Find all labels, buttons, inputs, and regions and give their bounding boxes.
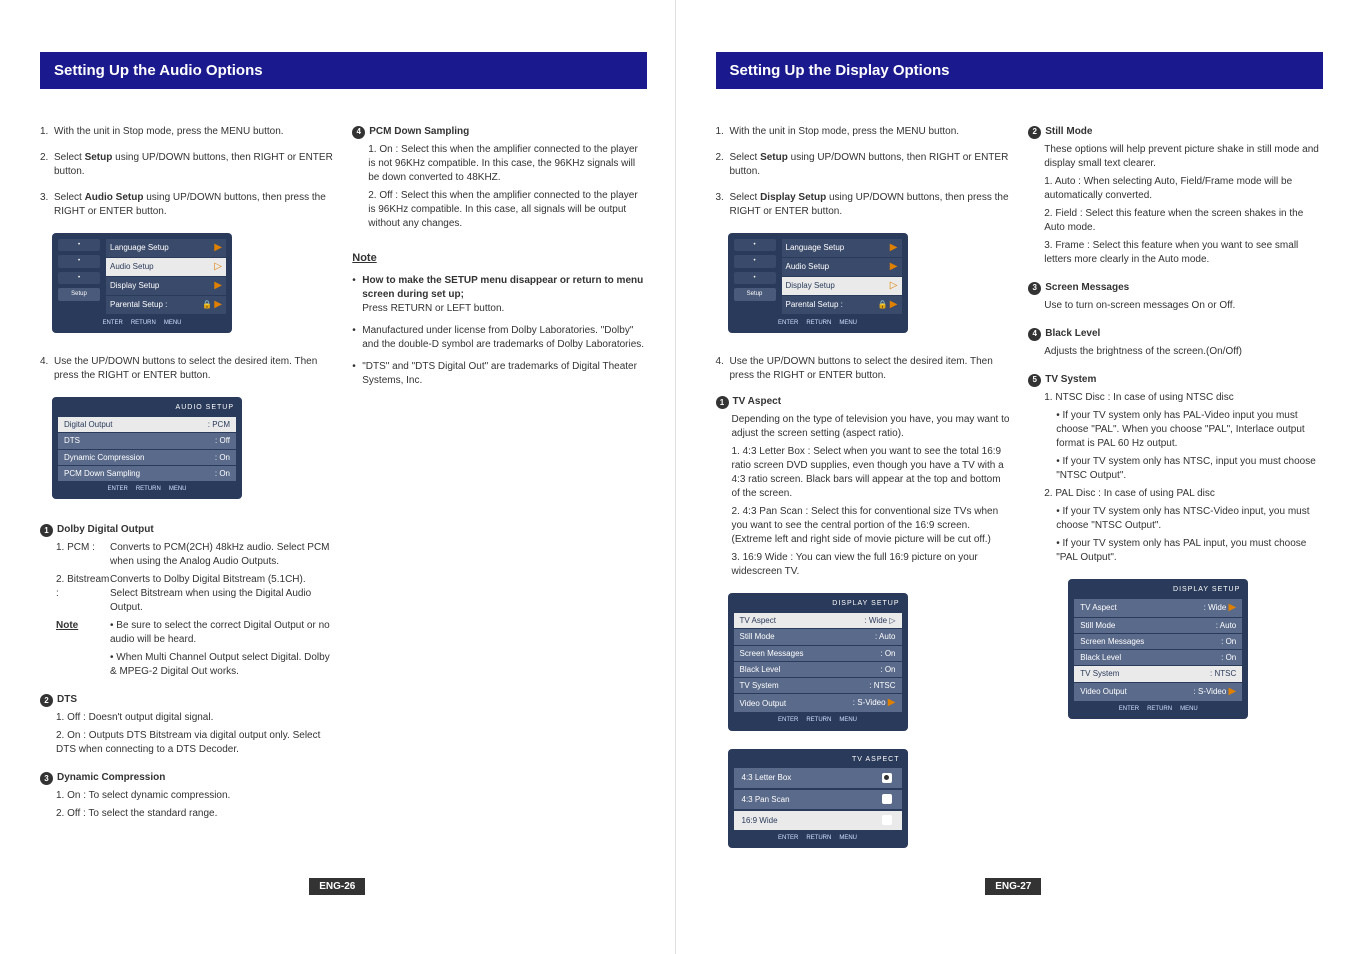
audio-row-pcm: PCM Down SamplingOn: [58, 466, 236, 481]
display-setup-screenshot-2: DISPLAY SETUP TV AspectWide ▶ Still Mode…: [1068, 579, 1248, 719]
page-27: Setting Up the Display Options 1. With t…: [676, 0, 1351, 954]
arrow-right-icon: ▶: [890, 260, 898, 274]
right-page-col1: 1. With the unit in Stop mode, press the…: [716, 125, 1029, 866]
subsec-screen-messages: 3Screen Messages Use to turn on-screen m…: [1028, 281, 1323, 313]
lock-icon: 🔒 ▶: [202, 298, 222, 312]
display-setup-screenshot: DISPLAY SETUP TV AspectWide ▷ Still Mode…: [728, 593, 908, 730]
audio-setup-screenshot: AUDIO SETUP Digital OutputPCM DTSOff Dyn…: [52, 397, 242, 499]
section-header-audio: Setting Up the Audio Options: [40, 52, 647, 89]
menu-item-parental: Parental Setup :🔒 ▶: [106, 296, 226, 314]
audio-row-digital-output: Digital OutputPCM: [58, 417, 236, 432]
arrow-right-icon: ▶: [214, 279, 222, 293]
menu-side-setup: Setup: [58, 288, 100, 300]
radio-icon: [882, 794, 892, 804]
aspect-row-panscan: 4:3 Pan Scan: [734, 790, 902, 809]
disp-row-black: Black LevelOn: [734, 662, 902, 677]
disp-row-messages: Screen MessagesOn: [734, 646, 902, 661]
arrow-right-icon: ▷: [214, 260, 222, 274]
arrow-right-icon: ▷: [890, 279, 898, 293]
step-2: 2. Select Setup using UP/DOWN buttons, t…: [40, 151, 334, 179]
step-4: 4. Use the UP/DOWN buttons to select the…: [40, 355, 334, 383]
disp-row-video: Video OutputS-Video ▶: [1074, 683, 1242, 701]
tv-aspect-screenshot: TV ASPECT 4:3 Letter Box 4:3 Pan Scan 16…: [728, 749, 908, 849]
menu-item-audio: Audio Setup▶: [782, 258, 902, 276]
subsec-tv-aspect: 1TV Aspect Depending on the type of tele…: [716, 395, 1011, 579]
disp-row-black: Black LevelOn: [1074, 650, 1242, 665]
arrow-right-icon: ▶: [214, 241, 222, 255]
menu-item-parental: Parental Setup :🔒 ▶: [782, 296, 902, 314]
subsec-dts: 2DTS 1. Off : Doesn't output digital sig…: [40, 693, 334, 757]
step-3: 3. Select Display Setup using UP/DOWN bu…: [716, 191, 1011, 219]
disp-row-messages: Screen MessagesOn: [1074, 634, 1242, 649]
step-1: 1. With the unit in Stop mode, press the…: [716, 125, 1011, 139]
arrow-right-icon: ▶: [888, 697, 896, 708]
menu-item-display: Display Setup▷: [782, 277, 902, 295]
subsec-tv-system: 5TV System 1. NTSC Disc : In case of usi…: [1028, 373, 1323, 565]
disp-row-still: Still ModeAuto: [1074, 618, 1242, 633]
disp-row-aspect: TV AspectWide ▷: [734, 613, 902, 628]
setup-menu-screenshot: • • • Setup Language Setup▶ Audio Setup▷…: [52, 233, 232, 333]
lock-icon: 🔒 ▶: [878, 298, 898, 312]
page-number: ENG-27: [676, 880, 1351, 894]
disp-row-still: Still ModeAuto: [734, 629, 902, 644]
section-header-display: Setting Up the Display Options: [716, 52, 1324, 89]
menu-item-language: Language Setup▶: [782, 239, 902, 257]
page-number: ENG-26: [0, 880, 675, 894]
arrow-right-icon: ▶: [1229, 686, 1237, 697]
subsec-pcm-down: 4PCM Down Sampling 1. On : Select this w…: [352, 125, 646, 231]
radio-icon: [882, 815, 892, 825]
step-2: 2. Select Setup using UP/DOWN buttons, t…: [716, 151, 1011, 179]
audio-row-dynamic: Dynamic CompressionOn: [58, 450, 236, 465]
subsec-dolby-digital: 1Dolby Digital Output 1. PCM :Converts t…: [40, 523, 334, 679]
menu-item-audio: Audio Setup▷: [106, 258, 226, 276]
menu-item-language: Language Setup▶: [106, 239, 226, 257]
right-page-col2: 2Still Mode These options will help prev…: [1028, 125, 1323, 866]
radio-icon: [882, 773, 892, 783]
arrow-right-icon: ▶: [1229, 602, 1237, 613]
arrow-right-icon: ▶: [890, 241, 898, 255]
menu-item-display: Display Setup▶: [106, 277, 226, 295]
left-page-col2: 4PCM Down Sampling 1. On : Select this w…: [352, 125, 646, 835]
menu-side-icon: •: [734, 239, 776, 251]
menu-side-icon: •: [58, 272, 100, 284]
step-3: 3. Select Audio Setup using UP/DOWN butt…: [40, 191, 334, 219]
page-26: Setting Up the Audio Options 1. With the…: [0, 0, 676, 954]
aspect-row-wide: 16:9 Wide: [734, 811, 902, 830]
arrow-right-icon: ▷: [889, 616, 895, 625]
step-4: 4. Use the UP/DOWN buttons to select the…: [716, 355, 1011, 383]
menu-side-icon: •: [734, 272, 776, 284]
subsec-dynamic: 3Dynamic Compression 1. On : To select d…: [40, 771, 334, 821]
audio-row-dts: DTSOff: [58, 433, 236, 448]
disp-row-tvsystem: TV SystemNTSC: [734, 678, 902, 693]
disp-row-video: Video OutputS-Video ▶: [734, 694, 902, 712]
menu-side-icon: •: [58, 255, 100, 267]
menu-side-icon: •: [58, 239, 100, 251]
aspect-row-letterbox: 4:3 Letter Box: [734, 768, 902, 787]
setup-menu-screenshot: • • • Setup Language Setup▶ Audio Setup▶…: [728, 233, 908, 333]
menu-side-setup: Setup: [734, 288, 776, 300]
disp-row-aspect: TV AspectWide ▶: [1074, 599, 1242, 617]
subsec-black-level: 4Black Level Adjusts the brightness of t…: [1028, 327, 1323, 359]
note-heading: Note: [352, 251, 646, 266]
menu-side-icon: •: [734, 255, 776, 267]
step-1: 1. With the unit in Stop mode, press the…: [40, 125, 334, 139]
disp-row-tvsystem: TV SystemNTSC: [1074, 666, 1242, 681]
left-page-col1: 1. With the unit in Stop mode, press the…: [40, 125, 352, 835]
subsec-still-mode: 2Still Mode These options will help prev…: [1028, 125, 1323, 267]
